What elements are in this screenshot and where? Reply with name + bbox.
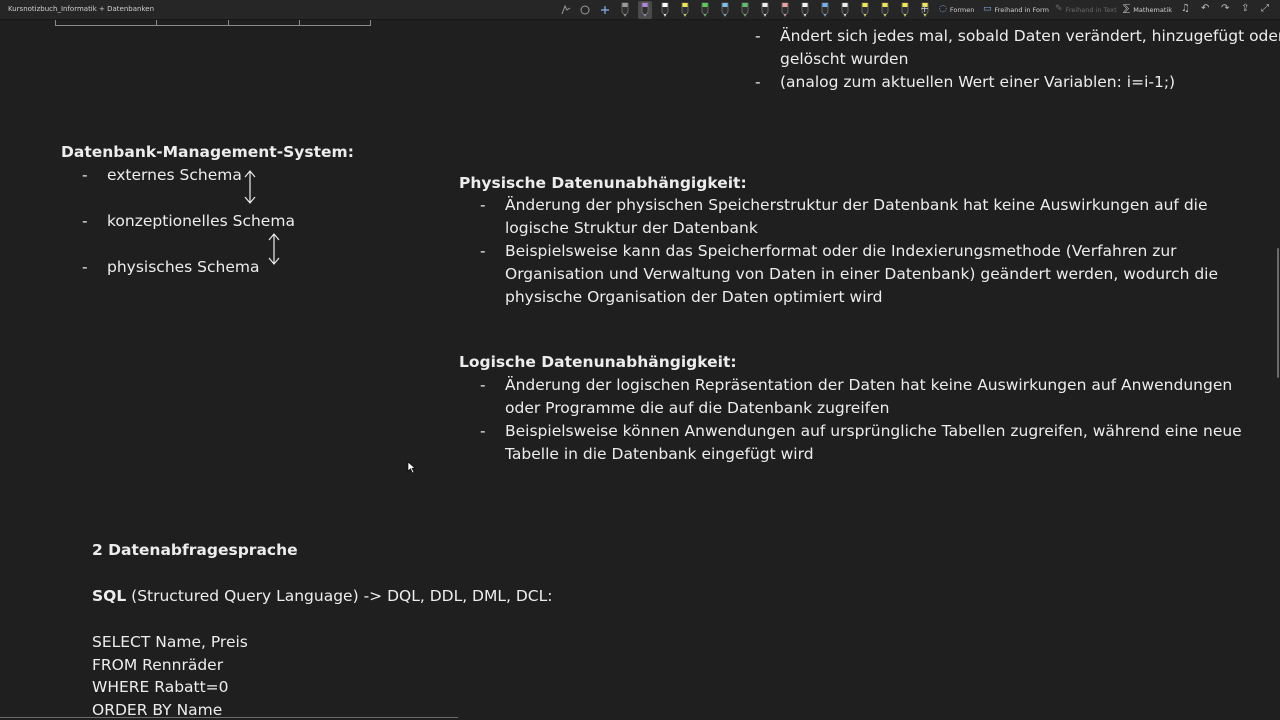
list-bullet: - bbox=[82, 166, 88, 184]
pen-icon[interactable] bbox=[838, 1, 852, 19]
physical-heading: Physische Datenunabhängigkeit: bbox=[459, 174, 747, 192]
list-item-line: Beispielsweise kann das Speicherformat o… bbox=[505, 242, 1177, 260]
list-item-line: (analog zum aktuellen Wert einer Variabl… bbox=[780, 73, 1176, 91]
redo-icon[interactable]: ↷ bbox=[1221, 3, 1229, 14]
section-heading: 2 Datenabfragesprache bbox=[92, 541, 298, 559]
list-item-line: gelöscht wurden bbox=[780, 50, 909, 68]
list-bullet: - bbox=[82, 258, 88, 276]
query-line: SELECT Name, Preis bbox=[92, 633, 248, 651]
bidirectional-arrow-icon bbox=[268, 233, 280, 265]
formen-button[interactable]: ◌ Formen bbox=[939, 5, 974, 14]
pen-icon[interactable] bbox=[678, 1, 692, 19]
list-item-line: Organisation und Verwaltung von Daten in… bbox=[505, 265, 1219, 283]
vertical-scrollbar[interactable] bbox=[1277, 248, 1279, 378]
sql-rest: (Structured Query Language) -> DQL, DDL,… bbox=[126, 587, 553, 605]
list-item-line: Änderung der physischen Speicherstruktur… bbox=[505, 196, 1208, 214]
notebook-title: Kursnotizbuch_Informatik + Datenbanken bbox=[8, 5, 155, 13]
list-item-line: physische Organisation der Daten optimie… bbox=[505, 288, 883, 306]
add-space-icon[interactable] bbox=[598, 2, 612, 18]
pen-icon[interactable] bbox=[618, 1, 632, 19]
pen-icon[interactable] bbox=[638, 1, 652, 19]
pen-icon[interactable] bbox=[898, 1, 912, 19]
formen-label: Formen bbox=[949, 5, 975, 14]
logical-heading: Logische Datenunabhängigkeit: bbox=[459, 353, 737, 371]
query-line: WHERE Rabatt=0 bbox=[92, 678, 229, 696]
mathematik-label: Mathematik bbox=[1133, 5, 1172, 14]
pen-icon[interactable] bbox=[738, 1, 752, 19]
pen-icon[interactable] bbox=[658, 1, 672, 19]
lasso-select-icon[interactable] bbox=[559, 2, 573, 18]
list-item-line: Beispielsweise können Anwendungen auf ur… bbox=[505, 422, 1242, 440]
dbms-heading: Datenbank-Management-System: bbox=[61, 143, 354, 161]
sql-bold: SQL bbox=[92, 587, 127, 605]
schema-item: externes Schema bbox=[107, 166, 242, 184]
mouse-cursor-icon bbox=[407, 461, 416, 474]
pen-icon[interactable] bbox=[878, 1, 892, 19]
eraser-icon[interactable] bbox=[578, 2, 592, 18]
list-bullet: - bbox=[755, 27, 761, 45]
undo-icon[interactable]: ↶ bbox=[1201, 3, 1209, 14]
table-fragment bbox=[55, 20, 371, 26]
freihand-in-text-label: Freihand in Text bbox=[1065, 5, 1117, 14]
list-bullet: - bbox=[480, 196, 486, 214]
schema-item: physisches Schema bbox=[107, 258, 260, 276]
list-item-line: Änderung der logischen Repräsentation de… bbox=[505, 376, 1233, 394]
pen-icon[interactable] bbox=[698, 1, 712, 19]
pen-icon[interactable] bbox=[858, 1, 872, 19]
pen-icon[interactable] bbox=[798, 1, 812, 19]
expand-icon[interactable]: ⤢ bbox=[1261, 3, 1269, 14]
sql-line: SQL (Structured Query Language) -> DQL, … bbox=[92, 585, 552, 608]
list-item-line: oder Programme die auf die Datenbank zug… bbox=[505, 399, 890, 417]
freihand-in-form-label: Freihand in Form bbox=[994, 5, 1049, 14]
pen-icon[interactable] bbox=[778, 1, 792, 19]
ink-to-text-icon: ✎ bbox=[1055, 4, 1063, 14]
list-item-line: Tabelle in die Datenbank eingefügt wird bbox=[505, 445, 814, 463]
list-bullet: - bbox=[480, 242, 486, 260]
list-item-line: Ändert sich jedes mal, sobald Daten verä… bbox=[780, 27, 1280, 45]
shapes-icon: ◌ bbox=[939, 4, 947, 14]
schema-item: konzeptionelles Schema bbox=[107, 212, 295, 230]
divider bbox=[0, 717, 458, 718]
ink-to-shape-icon: ▭ bbox=[983, 4, 992, 14]
mathematik-button[interactable]: ⅀ Mathematik bbox=[1123, 5, 1172, 14]
pen-icon[interactable] bbox=[758, 1, 772, 19]
freihand-in-text-button[interactable]: ✎ Freihand in Text bbox=[1055, 5, 1117, 14]
bell-icon[interactable]: ♫ bbox=[1181, 3, 1190, 14]
add-pen-icon[interactable]: + bbox=[920, 2, 929, 15]
list-bullet: - bbox=[480, 422, 486, 440]
ribbon-toolbar: Kursnotizbuch_Informatik + Datenbanken +… bbox=[0, 0, 1280, 20]
query-line: FROM Rennräder bbox=[92, 656, 224, 674]
list-bullet: - bbox=[480, 376, 486, 394]
pen-icon[interactable] bbox=[718, 1, 732, 19]
list-bullet: - bbox=[755, 73, 761, 91]
share-icon[interactable]: ⇪ bbox=[1241, 3, 1249, 14]
list-bullet: - bbox=[82, 212, 88, 230]
math-icon: ⅀ bbox=[1123, 4, 1131, 14]
bidirectional-arrow-icon bbox=[244, 170, 256, 204]
list-item-line: logische Struktur der Datenbank bbox=[505, 219, 758, 237]
freihand-in-form-button[interactable]: ▭ Freihand in Form bbox=[983, 5, 1049, 14]
pen-icon[interactable] bbox=[818, 1, 832, 19]
